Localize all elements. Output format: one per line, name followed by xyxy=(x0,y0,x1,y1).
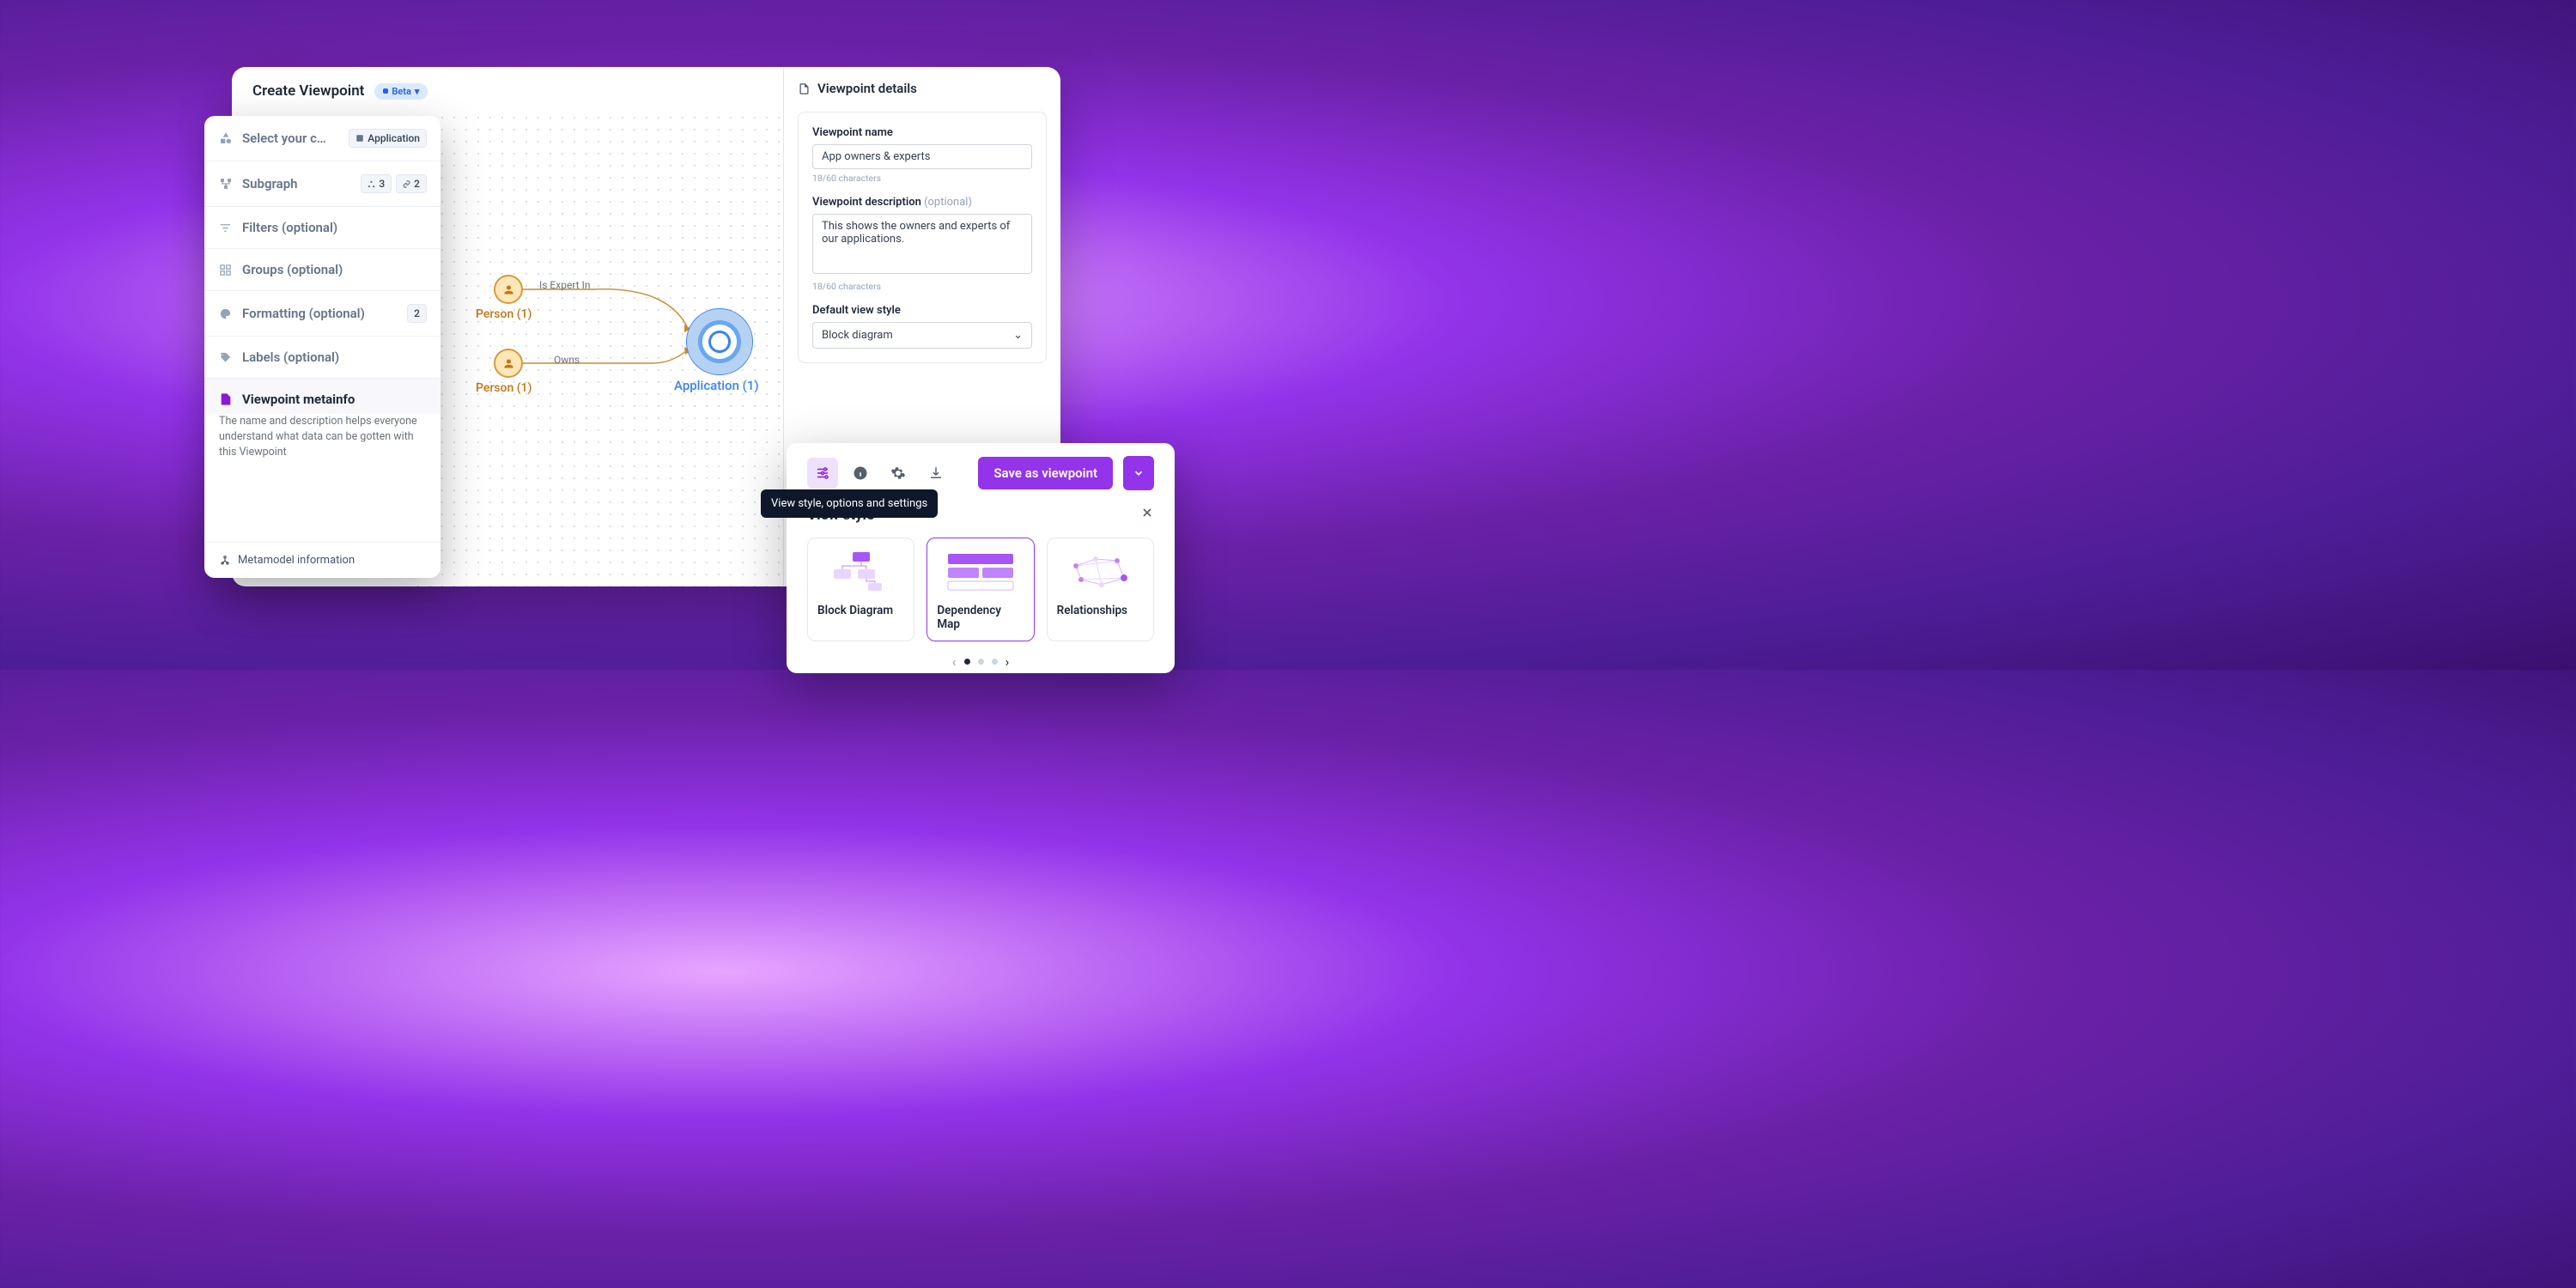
block-diagram-thumb xyxy=(817,548,904,596)
beta-badge[interactable]: Beta ▾ xyxy=(374,83,428,100)
view-style-cards: Block Diagram Dependency Map Relationshi… xyxy=(807,538,1154,641)
name-label: Viewpoint name xyxy=(812,126,1032,139)
view-card-dependency-map[interactable]: Dependency Map xyxy=(927,538,1034,641)
person-node[interactable] xyxy=(494,275,523,304)
viewpoint-desc-input[interactable] xyxy=(812,214,1032,274)
info-button[interactable] xyxy=(845,458,876,489)
name-char-count: 18/60 characters xyxy=(812,173,1032,184)
edge-label: Is Expert In xyxy=(539,279,590,291)
download-icon xyxy=(928,465,944,481)
node-count-badge: 3 xyxy=(361,174,392,193)
metamodel-icon xyxy=(219,555,231,567)
download-button[interactable] xyxy=(920,458,951,489)
component-chip[interactable]: Application xyxy=(349,129,427,148)
sidebar-item-subgraph[interactable]: Subgraph 3 2 xyxy=(204,161,440,207)
person-node[interactable] xyxy=(494,349,523,378)
next-page-button[interactable]: › xyxy=(1005,653,1010,670)
person-icon xyxy=(502,283,515,296)
pager-dot[interactable] xyxy=(964,659,970,665)
close-button[interactable] xyxy=(1140,506,1154,524)
tag-icon xyxy=(218,350,233,365)
badge-text: Beta xyxy=(392,86,411,97)
sidebar-item-filters[interactable]: Filters (optional) xyxy=(204,207,440,249)
sidebar-footer[interactable]: Metamodel information xyxy=(204,542,440,578)
nodes-icon xyxy=(368,180,375,188)
relationships-thumb xyxy=(1057,548,1144,596)
filter-icon xyxy=(218,221,233,235)
application-node[interactable] xyxy=(687,309,752,374)
pager-dot[interactable] xyxy=(992,659,998,665)
sidebar-item-groups[interactable]: Groups (optional) xyxy=(204,249,440,291)
settings-button[interactable] xyxy=(883,458,914,489)
formatting-badge: 2 xyxy=(407,304,427,323)
save-viewpoint-button[interactable]: Save as viewpoint xyxy=(978,457,1113,489)
desc-label: Viewpoint description (optional) xyxy=(812,196,1032,209)
view-style-tooltip: View style, options and settings xyxy=(761,489,938,518)
viewpoint-name-input[interactable] xyxy=(812,144,1032,169)
prev-page-button[interactable]: ‹ xyxy=(952,653,957,670)
box-icon xyxy=(355,134,364,143)
document-icon xyxy=(218,392,233,407)
view-style-panel: Save as viewpoint View style, options an… xyxy=(787,443,1175,673)
chevron-down-icon xyxy=(1133,467,1145,479)
node-label: Person (1) xyxy=(476,307,532,321)
view-card-relationships[interactable]: Relationships xyxy=(1047,538,1154,641)
chevron-down-icon: ⌄ xyxy=(1013,329,1023,342)
person-icon xyxy=(502,357,515,370)
steps-sidebar: Select your c… Application Subgraph 3 2 … xyxy=(204,116,440,578)
shapes-icon xyxy=(218,131,233,146)
details-title: Viewpoint details xyxy=(798,81,1047,96)
sliders-icon xyxy=(815,465,830,481)
link-count-badge: 2 xyxy=(396,174,427,193)
edge-label: Owns xyxy=(554,354,580,366)
document-icon xyxy=(798,82,811,95)
default-view-style-select[interactable]: Block diagram ⌄ xyxy=(812,322,1032,349)
card-pager: ‹ › xyxy=(807,653,1154,670)
pager-dot[interactable] xyxy=(978,659,984,665)
graph-canvas[interactable]: Person (1) Is Expert In Person (1) Owns … xyxy=(412,112,783,586)
dependency-map-thumb xyxy=(937,548,1024,596)
graph-nodes: Person (1) Is Expert In Person (1) Owns … xyxy=(481,275,773,447)
subgraph-icon xyxy=(218,177,233,191)
style-label: Default view style xyxy=(812,304,1032,317)
close-icon xyxy=(1140,506,1154,519)
badge-dot-icon xyxy=(383,88,388,94)
sidebar-item-formatting[interactable]: Formatting (optional) 2 xyxy=(204,291,440,337)
sidebar-item-metainfo[interactable]: Viewpoint metainfo xyxy=(204,379,440,414)
link-icon xyxy=(403,180,410,188)
metainfo-description: The name and description helps everyone … xyxy=(204,414,440,475)
details-card: Viewpoint name 18/60 characters Viewpoin… xyxy=(798,112,1047,363)
desc-char-count: 18/60 characters xyxy=(812,281,1032,292)
palette-icon xyxy=(218,307,233,321)
info-icon xyxy=(853,465,868,481)
sidebar-item-labels[interactable]: Labels (optional) xyxy=(204,337,440,379)
panel-toolbar: Save as viewpoint View style, options an… xyxy=(807,456,1154,490)
sidebar-item-component[interactable]: Select your c… Application xyxy=(204,116,440,161)
chevron-down-icon: ▾ xyxy=(415,86,420,97)
node-label: Person (1) xyxy=(476,381,532,395)
view-style-button[interactable] xyxy=(807,458,838,489)
save-dropdown-button[interactable] xyxy=(1123,456,1154,490)
groups-icon xyxy=(218,263,233,277)
gear-icon xyxy=(890,465,906,481)
node-label: Application (1) xyxy=(674,378,759,393)
view-card-block-diagram[interactable]: Block Diagram xyxy=(807,538,914,641)
page-title: Create Viewpoint xyxy=(252,82,364,100)
